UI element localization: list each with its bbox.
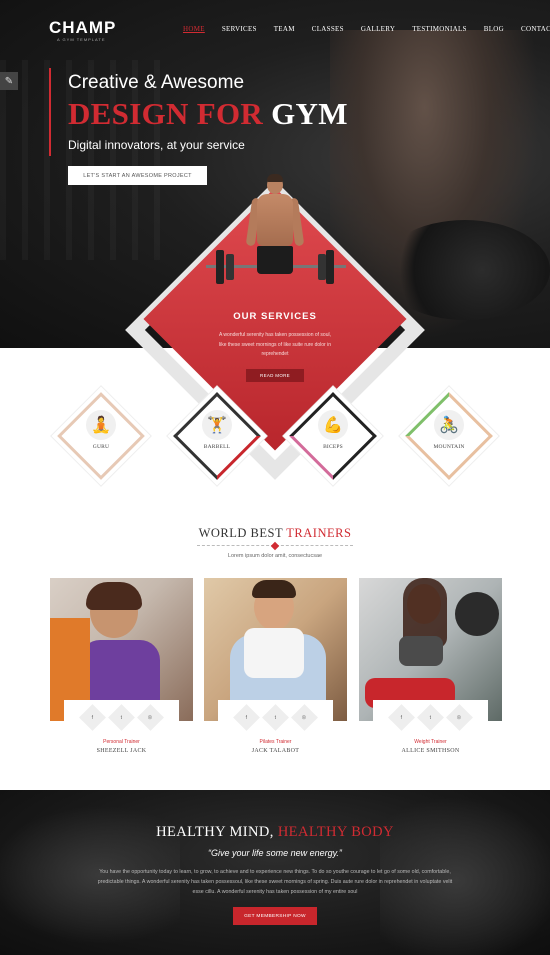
facebook-icon[interactable]: f [79,704,106,731]
hero-heading-line1: Creative & Awesome [68,72,245,93]
logo-tagline: A GYM TEMPLATE [57,37,106,42]
dribbble-icon[interactable]: ◎ [137,704,164,731]
class-item-biceps[interactable]: 💪 BICEPS [283,386,383,486]
facebook-icon[interactable]: f [233,704,260,731]
trainer-card: f t ◎ Personal Trainer SHEEZELL JACK [50,578,193,754]
banner-title: HEALTHY MIND, HEALTHY BODY [156,824,394,840]
nav-gallery[interactable]: GALLERY [361,25,395,33]
settings-toggle-button[interactable]: ✎ [0,72,18,90]
trainer-social-links: f t ◎ [204,704,347,731]
trainer-role: Personal Trainer [103,739,140,745]
nav-contact[interactable]: CONTACT [521,25,550,33]
yoga-icon: 🧘 [86,410,116,440]
nav-team[interactable]: TEAM [274,25,295,33]
trainer-role: Pilates Trainer [259,739,292,745]
barbell-plate [318,254,326,280]
trainer-social-links: f t ◎ [50,704,193,731]
twitter-icon[interactable]: t [262,704,289,731]
banner-text: You have the opportunity today to learn,… [97,869,453,895]
logo[interactable]: CHAMP [49,18,116,38]
cycling-icon: 🚴 [434,410,464,440]
services-title: OUR SERVICES [233,311,317,322]
trainer-name: SHEEZELL JACK [96,748,147,754]
barbell-plate [326,250,334,284]
biceps-icon: 💪 [318,410,348,440]
facebook-icon[interactable]: f [388,704,415,731]
nav-testimonials[interactable]: TESTIMONIALS [412,25,467,33]
nav-services[interactable]: SERVICES [222,25,257,33]
trainer-lifting-image [245,172,305,304]
dribbble-icon[interactable]: ◎ [291,704,318,731]
class-label: GURU [92,444,110,450]
barbell-plate [226,254,234,280]
trainer-name: ALLICE SMITHSON [401,748,460,754]
read-more-button[interactable]: READ MORE [246,369,304,382]
trainer-card: f t ◎ Pilates Trainer JACK TALABOT [204,578,347,754]
hero-heading-white: GYM [271,96,348,131]
class-item-barbell[interactable]: 🏋 BARBELL [167,386,267,486]
class-label: BARBELL [203,444,231,450]
nav-blog[interactable]: BLOG [484,25,504,33]
get-membership-button[interactable]: GET MEMBERSHIP NOW [233,907,317,925]
healthy-body-banner: HEALTHY MIND, HEALTHY BODY “Give your li… [0,790,550,955]
trainer-name: JACK TALABOT [251,748,300,754]
nav-home[interactable]: HOME [183,25,205,33]
hero-accent-bar [49,68,51,156]
trainers-section-title: WORLD BEST TRAINERS [198,526,352,540]
banner-quote: “Give your life some new energy.” [208,848,342,858]
twitter-icon[interactable]: t [417,704,444,731]
hero-barbell-image [380,220,550,320]
class-label: MOUNTAIN [433,444,465,450]
wrench-icon: ✎ [4,75,14,87]
trainer-role: Weight Trainer [414,739,447,745]
trainer-card: f t ◎ Weight Trainer ALLICE SMITHSON [359,578,502,754]
main-nav: HOME SERVICES TEAM CLASSES GALLERY TESTI… [183,25,550,33]
nav-classes[interactable]: CLASSES [312,25,344,33]
barbell-icon: 🏋 [202,410,232,440]
class-item-mountain[interactable]: 🚴 MOUNTAIN [399,386,499,486]
dribbble-icon[interactable]: ◎ [446,704,473,731]
class-item-guru[interactable]: 🧘 GURU [51,386,151,486]
trainer-social-links: f t ◎ [359,704,502,731]
hero-heading-red: DESIGN FOR [68,96,264,131]
hero-heading-line2: DESIGN FOR GYM [68,96,348,132]
hero-subheading: Digital innovators, at your service [68,138,245,152]
twitter-icon[interactable]: t [108,704,135,731]
trainers-section-subtitle: Lorem ipsum dolor amit, consectucsae [227,553,323,559]
barbell-plate [216,250,224,284]
start-project-button[interactable]: LET'S START AN AWESOME PROJECT [68,166,207,185]
services-text: A wonderful serenity has taken possessio… [218,332,331,357]
class-label: BICEPS [323,444,343,450]
divider-ornament [270,541,280,551]
